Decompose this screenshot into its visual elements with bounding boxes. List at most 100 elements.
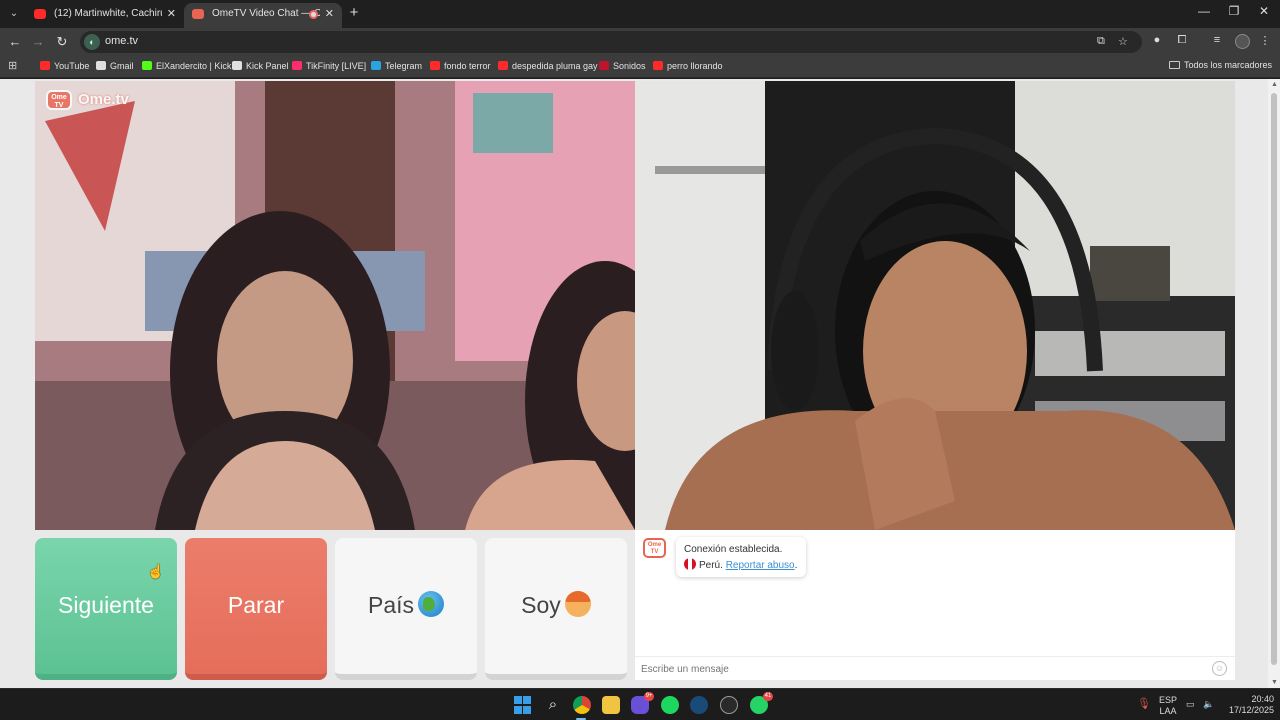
- profile-avatar[interactable]: [1235, 34, 1250, 49]
- reload-icon[interactable]: ↻: [53, 33, 71, 51]
- recording-indicator-icon: [309, 10, 318, 19]
- gender-filter-button[interactable]: Soy: [485, 538, 627, 680]
- all-bookmarks-label: Todos los marcadores: [1183, 60, 1272, 70]
- page-scrollbar[interactable]: ▲ ▼: [1268, 79, 1280, 688]
- cast-icon[interactable]: ⧉: [1097, 35, 1105, 48]
- emoji-picker-icon[interactable]: ☺: [1212, 661, 1227, 676]
- self-video-frame: [635, 81, 1235, 530]
- country-button-label: País: [367, 592, 415, 618]
- minimize-icon[interactable]: —: [1194, 4, 1214, 18]
- bookmark-favicon-icon: [371, 61, 381, 70]
- tab-search-chevron-icon[interactable]: ⌄: [4, 5, 24, 23]
- chrome-icon[interactable]: [573, 696, 591, 714]
- close-tab-icon[interactable]: ✕: [167, 3, 176, 25]
- address-bar[interactable]: ◐ ome.tv ⧉ ☆: [80, 31, 1142, 53]
- windows-start-icon[interactable]: [514, 696, 532, 714]
- bookmark-item[interactable]: perro llorando: [653, 60, 723, 73]
- bookmark-item[interactable]: despedida pluma gay: [498, 60, 598, 73]
- tab-title: (12) Martinwhite, Cachirula, Sar: [54, 8, 162, 19]
- bookmark-item[interactable]: fondo terror: [430, 60, 491, 73]
- clock-time: 20:40: [1251, 694, 1274, 704]
- close-tab-icon[interactable]: ✕: [325, 3, 334, 25]
- site-info-icon[interactable]: ◐: [84, 34, 100, 50]
- all-bookmarks-folder[interactable]: Todos los marcadores: [1168, 60, 1272, 70]
- obs-icon[interactable]: [720, 696, 738, 714]
- bookmark-favicon-icon: [653, 61, 663, 70]
- file-explorer-icon[interactable]: [602, 696, 620, 714]
- bookmarks-bar: ⊞ YouTube Gmail ElXandercito | Kick Kick Pa…: [0, 56, 1280, 78]
- discord-icon[interactable]: 9+: [631, 692, 654, 714]
- connection-status: Conexión establecida.: [684, 544, 783, 555]
- new-tab-plus-icon[interactable]: +: [346, 4, 362, 21]
- windows-taskbar: ⌕ 9+ 41 🎙 ESP LAA ▭ 🔈 20:40 17/12/2025: [0, 688, 1280, 720]
- url-text: ome.tv: [105, 35, 139, 47]
- spotify-icon[interactable]: [661, 696, 679, 714]
- apps-grid-icon[interactable]: ⊞: [8, 60, 20, 72]
- puzzle-extensions-icon[interactable]: ⧠: [1174, 34, 1190, 47]
- stop-button-label: Parar: [227, 592, 285, 618]
- gender-button-label: Soy: [521, 592, 561, 618]
- menu-kebab-icon[interactable]: ⋮: [1257, 34, 1273, 47]
- bookmark-star-icon[interactable]: ☆: [1118, 35, 1128, 48]
- globe-icon: [418, 591, 445, 617]
- bookmark-item[interactable]: ElXandercito | Kick: [142, 60, 231, 73]
- clock[interactable]: 20:40 17/12/2025: [1222, 694, 1274, 716]
- stop-button[interactable]: Parar: [185, 538, 327, 680]
- bookmark-item[interactable]: Gmail: [96, 60, 134, 73]
- steam-icon[interactable]: [690, 696, 708, 714]
- bookmark-label: YouTube: [54, 61, 90, 71]
- media-controls-icon[interactable]: ≡: [1209, 34, 1225, 46]
- ometv-logo-text: Ome.tv: [78, 91, 129, 108]
- bookmark-favicon-icon: [232, 61, 242, 70]
- whatsapp-badge: 41: [763, 692, 773, 701]
- country-line: Perú. Reportar abuso.: [684, 558, 798, 574]
- close-window-icon[interactable]: ✕: [1254, 4, 1274, 18]
- search-icon[interactable]: ⌕: [544, 696, 562, 714]
- ometv-favicon-icon: [192, 9, 204, 19]
- ometv-chat-icon: Ome TV: [643, 538, 666, 558]
- bookmark-item[interactable]: YouTube: [40, 60, 89, 73]
- country-name: Perú.: [699, 560, 723, 571]
- scrollbar-thumb[interactable]: [1271, 93, 1277, 665]
- ometv-tv-icon: Ome TV: [46, 90, 72, 110]
- scroll-up-arrow-icon[interactable]: ▲: [1271, 81, 1278, 88]
- network-icon[interactable]: ▭: [1186, 699, 1195, 710]
- bookmark-item[interactable]: Kick Panel: [232, 60, 289, 73]
- folder-icon: [1168, 61, 1180, 69]
- bookmark-item[interactable]: TikFinity [LIVE]: [292, 60, 366, 73]
- self-video: [635, 81, 1235, 530]
- bookmark-favicon-icon: [498, 61, 508, 70]
- volume-icon[interactable]: 🔈: [1203, 699, 1214, 710]
- language-code: ESP: [1158, 695, 1177, 705]
- tab-strip: ⌄ (12) Martinwhite, Cachirula, Sar ✕ Ome…: [0, 0, 1280, 28]
- bookmark-label: Kick Panel: [246, 61, 289, 71]
- microphone-icon[interactable]: 🎙: [1137, 699, 1151, 710]
- report-suffix: .: [794, 560, 798, 571]
- back-arrow-icon[interactable]: ←: [6, 33, 24, 51]
- stranger-video-frame: [35, 81, 635, 530]
- country-filter-button[interactable]: País: [335, 538, 477, 680]
- forward-arrow-icon[interactable]: →: [29, 33, 47, 51]
- bookmark-label: despedida pluma gay: [512, 61, 598, 71]
- bookmark-label: Sonidos: [613, 61, 646, 71]
- bookmark-favicon-icon: [142, 61, 152, 70]
- bookmark-favicon-icon: [599, 61, 609, 70]
- extension-icon[interactable]: ●: [1149, 34, 1165, 46]
- chat-panel: Ome TV Conexión establecida. Perú. Repor…: [635, 530, 1235, 680]
- tab-ometv[interactable]: OmeTV Video Chat — Ome ✕: [184, 3, 342, 28]
- bookmark-item[interactable]: Telegram: [371, 60, 422, 73]
- message-input[interactable]: [641, 661, 1201, 677]
- report-abuse-link[interactable]: Reportar abuso: [726, 560, 795, 571]
- stranger-video: Ome TV Ome.tv: [35, 81, 635, 530]
- whatsapp-icon[interactable]: 41: [750, 692, 773, 714]
- bookmark-favicon-icon: [96, 61, 106, 70]
- discord-badge: 9+: [644, 692, 654, 701]
- keyboard-layout: LAA: [1159, 706, 1177, 716]
- next-button[interactable]: Siguiente: [35, 538, 177, 680]
- restore-icon[interactable]: ❐: [1224, 4, 1244, 18]
- tab-youtube[interactable]: (12) Martinwhite, Cachirula, Sar ✕: [26, 3, 184, 28]
- bookmark-item[interactable]: Sonidos: [599, 60, 646, 73]
- bookmark-favicon-icon: [40, 61, 50, 70]
- language-indicator[interactable]: ESP LAA: [1158, 695, 1178, 717]
- scroll-down-arrow-icon[interactable]: ▼: [1271, 679, 1278, 686]
